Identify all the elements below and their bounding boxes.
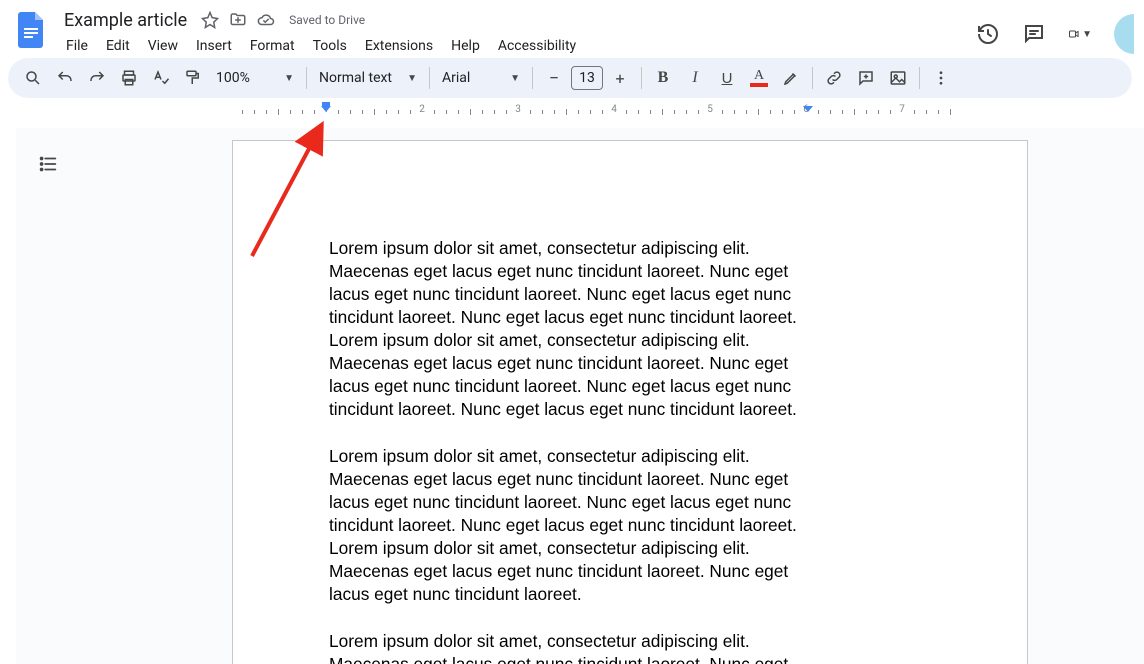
separator bbox=[919, 67, 920, 89]
underline-button[interactable]: U bbox=[712, 63, 742, 93]
separator bbox=[306, 67, 307, 89]
text-color-button[interactable]: A bbox=[744, 63, 774, 93]
menu-help[interactable]: Help bbox=[443, 34, 488, 58]
menu-tools[interactable]: Tools bbox=[305, 34, 355, 58]
toolbar: 100% ▼ Normal text ▼ Arial ▼ − 13 + B I … bbox=[8, 58, 1132, 98]
insert-link-icon[interactable] bbox=[819, 63, 849, 93]
menu-extensions[interactable]: Extensions bbox=[357, 34, 441, 58]
print-icon[interactable] bbox=[114, 63, 144, 93]
document-title[interactable]: Example article bbox=[58, 10, 193, 31]
ruler-number: 5 bbox=[707, 104, 713, 115]
history-icon[interactable] bbox=[976, 22, 1000, 46]
style-value: Normal text bbox=[319, 70, 392, 86]
menu-file[interactable]: File bbox=[58, 34, 96, 58]
menu-bar: File Edit View Insert Format Tools Exten… bbox=[58, 32, 584, 60]
ruler-number: 3 bbox=[515, 104, 521, 115]
separator bbox=[429, 67, 430, 89]
caret-icon: ▼ bbox=[510, 73, 520, 84]
right-indent-marker[interactable] bbox=[803, 106, 813, 112]
add-comment-icon[interactable] bbox=[851, 63, 881, 93]
insert-image-icon[interactable] bbox=[883, 63, 913, 93]
paragraph[interactable]: Lorem ipsum dolor sit amet, consectetur … bbox=[329, 630, 809, 664]
decrease-font-icon[interactable]: − bbox=[539, 63, 569, 93]
paint-format-icon[interactable] bbox=[178, 63, 208, 93]
caret-icon: ▼ bbox=[407, 73, 417, 84]
menu-insert[interactable]: Insert bbox=[188, 34, 240, 58]
font-size-input[interactable]: 13 bbox=[571, 66, 603, 90]
docs-logo[interactable] bbox=[12, 10, 52, 50]
account-avatar[interactable] bbox=[1114, 14, 1134, 54]
left-indent-marker[interactable] bbox=[321, 106, 331, 112]
cloud-icon[interactable] bbox=[257, 11, 275, 29]
app-header: Example article Saved to Drive File Edit… bbox=[0, 0, 1144, 58]
zoom-select[interactable]: 100% ▼ bbox=[210, 63, 300, 93]
separator bbox=[532, 67, 533, 89]
menu-format[interactable]: Format bbox=[242, 34, 303, 58]
ruler-number: 4 bbox=[611, 104, 617, 115]
document-page[interactable]: Lorem ipsum dolor sit amet, consectetur … bbox=[232, 140, 1028, 664]
move-icon[interactable] bbox=[229, 11, 247, 29]
header-right: ▼ bbox=[976, 8, 1132, 54]
workspace: Lorem ipsum dolor sit amet, consectetur … bbox=[16, 128, 1144, 664]
saved-status: Saved to Drive bbox=[289, 13, 365, 27]
paragraph[interactable]: Lorem ipsum dolor sit amet, consectetur … bbox=[329, 445, 809, 606]
bold-button[interactable]: B bbox=[648, 63, 678, 93]
caret-icon: ▼ bbox=[284, 73, 294, 84]
meet-icon[interactable]: ▼ bbox=[1068, 22, 1092, 46]
outline-toggle-icon[interactable] bbox=[34, 150, 62, 178]
paragraph[interactable]: Lorem ipsum dolor sit amet, consectetur … bbox=[329, 237, 809, 421]
italic-button[interactable]: I bbox=[680, 63, 710, 93]
search-menus-icon[interactable] bbox=[18, 63, 48, 93]
font-select[interactable]: Arial ▼ bbox=[436, 63, 526, 93]
separator bbox=[812, 67, 813, 89]
menu-accessibility[interactable]: Accessibility bbox=[490, 34, 584, 58]
star-icon[interactable] bbox=[201, 11, 219, 29]
style-select[interactable]: Normal text ▼ bbox=[313, 63, 423, 93]
ruler-number: 7 bbox=[899, 104, 905, 115]
zoom-value: 100% bbox=[216, 70, 250, 86]
more-icon[interactable] bbox=[926, 63, 956, 93]
separator bbox=[641, 67, 642, 89]
spellcheck-icon[interactable] bbox=[146, 63, 176, 93]
ruler-number: 2 bbox=[419, 104, 425, 115]
redo-icon[interactable] bbox=[82, 63, 112, 93]
title-area: Example article Saved to Drive File Edit… bbox=[58, 8, 584, 60]
highlight-button[interactable] bbox=[776, 63, 806, 93]
font-value: Arial bbox=[442, 70, 470, 86]
horizontal-ruler[interactable]: 1234567 bbox=[0, 104, 1144, 124]
menu-view[interactable]: View bbox=[140, 34, 186, 58]
page-content[interactable]: Lorem ipsum dolor sit amet, consectetur … bbox=[233, 141, 1027, 664]
comments-icon[interactable] bbox=[1022, 22, 1046, 46]
undo-icon[interactable] bbox=[50, 63, 80, 93]
menu-edit[interactable]: Edit bbox=[98, 34, 138, 58]
increase-font-icon[interactable]: + bbox=[605, 63, 635, 93]
